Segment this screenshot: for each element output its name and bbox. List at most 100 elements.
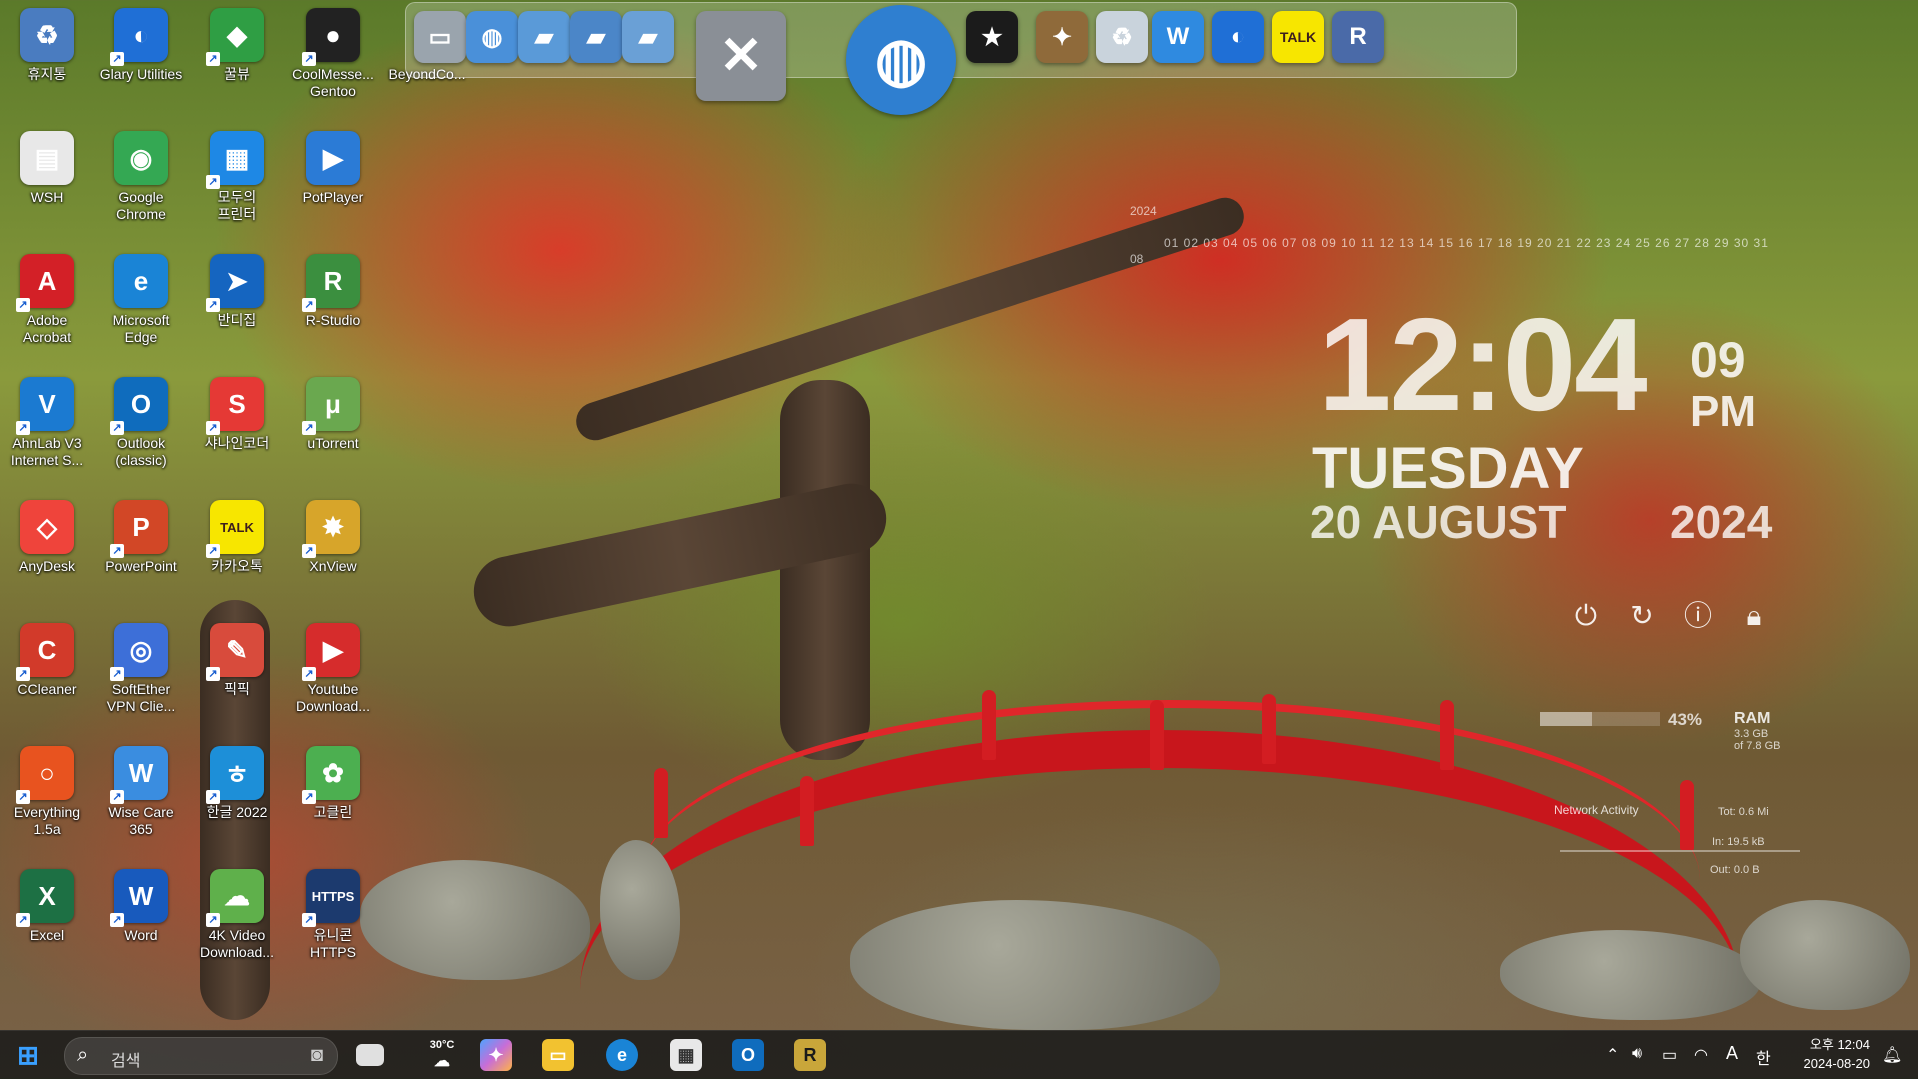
drive-icon[interactable]: ▭ <box>414 11 466 63</box>
desktop-icon[interactable]: R ↗ R-Studio <box>286 254 380 329</box>
edge-icon[interactable]: e <box>606 1039 638 1071</box>
desktop-icon-label: Microsoft Edge <box>112 312 170 345</box>
desktop-icon[interactable]: TALK ↗ 카카오톡 <box>190 500 284 575</box>
ime-mode-indicator[interactable]: 한 <box>1756 1045 1771 1069</box>
desktop-icon-label: 꿀뷰 <box>224 66 250 82</box>
desktop-icon-label: 휴지통 <box>27 66 67 82</box>
desktop-icon[interactable]: ㅎ ↗ 한글 2022 <box>190 746 284 821</box>
desktop-icon[interactable]: W ↗ Wise Care 365 <box>94 746 188 838</box>
desktop-icon[interactable]: ◎ ↗ SoftEther VPN Clie... <box>94 623 188 715</box>
desktop-icon-label: 픽픽 <box>224 681 250 697</box>
kakaotalk-icon[interactable]: TALK <box>1272 11 1324 63</box>
desktop-icon[interactable]: X ↗ Excel <box>0 869 94 944</box>
desktop-icon-label: WSH <box>30 189 64 205</box>
magic-wand-icon[interactable]: ✦ <box>1036 11 1088 63</box>
desktop-icon[interactable]: ▶ ↗ Youtube Download... <box>286 623 380 715</box>
desktop-icon[interactable]: e Microsoft Edge <box>94 254 188 346</box>
desktop-icon-label: PowerPoint <box>105 558 177 574</box>
search-icon: ⌕ <box>77 1044 89 1066</box>
desktop-icon-label: CCleaner <box>17 681 77 697</box>
clock-date: 20 AUGUST <box>1310 496 1567 548</box>
desktop-icon[interactable]: HTTPS ↗ 유니콘 HTTPS <box>286 869 380 961</box>
app-icon: ♻ <box>20 8 74 62</box>
desktop-icon[interactable]: O ↗ Outlook (classic) <box>94 377 188 469</box>
battery-icon[interactable]: ▭ <box>1662 1045 1677 1065</box>
bridge-post <box>1262 694 1276 764</box>
desktop-icon[interactable]: ▦ ↗ 모두의 프린터 <box>190 131 284 223</box>
app-icon: HTTPS ↗ <box>302 869 360 927</box>
start-windows-icon[interactable]: ⊞ <box>12 1039 44 1071</box>
folder-icon[interactable]: ▰ <box>518 11 570 63</box>
taskbar-clock[interactable]: 오후 12:04 2024-08-20 <box>1790 1035 1871 1073</box>
desktop-icon[interactable]: ✸ ↗ XnView <box>286 500 380 575</box>
wifi-icon[interactable]: ◠ <box>1694 1045 1708 1065</box>
desktop-icon[interactable]: ▶ PotPlayer <box>286 131 380 206</box>
desktop-icon[interactable]: V ↗ AhnLab V3 Internet S... <box>0 377 94 469</box>
restart-icon[interactable]: ↻ <box>1626 600 1658 632</box>
r-app-icon[interactable]: R <box>794 1039 826 1071</box>
ram-percent: 43% <box>1668 710 1703 729</box>
desktop-icon[interactable]: ✎ ↗ 픽픽 <box>190 623 284 698</box>
lock-icon[interactable]: 🔒︎ <box>1738 600 1770 632</box>
r-app-icon[interactable]: R <box>1332 11 1384 63</box>
desktop-icon[interactable]: μ ↗ uTorrent <box>286 377 380 452</box>
weather-widget[interactable]: 30°C ☁ <box>412 1039 472 1071</box>
cloud-icon: ☁ <box>434 1053 450 1070</box>
glary-icon[interactable]: ◐ <box>1212 11 1264 63</box>
desktop-icon[interactable]: ● ↗ CoolMesse... Gentoo <box>286 8 380 100</box>
tshirt-icon[interactable]: ★ <box>966 11 1018 63</box>
camera-icon: ◙ <box>310 1044 323 1066</box>
desktop-icon[interactable]: S ↗ 샤나인코더 <box>190 377 284 452</box>
notification-bell-icon[interactable]: 🔔︎ <box>1882 1045 1902 1065</box>
app-icon: ▦ ↗ <box>206 131 264 189</box>
desktop-icon[interactable]: ▤ WSH <box>0 131 94 206</box>
shortcut-arrow-icon: ↗ <box>16 421 30 435</box>
volume-icon[interactable]: 🔊︎ <box>1632 1045 1642 1063</box>
desktop-icon[interactable]: C ↗ CCleaner <box>0 623 94 698</box>
globe-doc-icon[interactable]: ◍ <box>466 11 518 63</box>
desktop-icon[interactable]: ○ ↗ Everything 1.5a <box>0 746 94 838</box>
desktop-icon[interactable]: P ↗ PowerPoint <box>94 500 188 575</box>
desktop-icon-label: R-Studio <box>305 312 361 328</box>
desktop-icon[interactable]: A ↗ Adobe Acrobat <box>0 254 94 346</box>
outlook-new-icon[interactable]: O <box>732 1039 764 1071</box>
bridge-post <box>982 690 996 760</box>
recycle-bin-icon[interactable]: ♻ <box>1096 11 1148 63</box>
desktop-icon[interactable]: ◇ AnyDesk <box>0 500 94 575</box>
desktop-icon[interactable]: W ↗ Word <box>94 869 188 944</box>
store-icon[interactable]: ▦ <box>670 1039 702 1071</box>
folder-icon[interactable]: ▰ <box>622 11 674 63</box>
network-globe-icon[interactable]: ◍ <box>846 5 956 115</box>
shutdown-icon[interactable]: ⏻ <box>1570 600 1602 632</box>
desktop-icon[interactable]: ◆ ↗ 꿀뷰 <box>190 8 284 83</box>
desktop-icon[interactable]: ✿ ↗ 고클린 <box>286 746 380 821</box>
desktop-icon-label: 유니콘 HTTPS <box>310 927 356 960</box>
desktop-icon-label: AhnLab V3 Internet S... <box>10 435 84 468</box>
copilot-icon[interactable]: ✦ <box>480 1039 512 1071</box>
desktop-icon[interactable]: ◐ ↗ Glary Utilities <box>94 8 188 83</box>
sleep-icon[interactable]: ⓘ <box>1682 600 1714 632</box>
task-view-icon[interactable] <box>356 1044 384 1066</box>
show-hidden-icons-chevron-icon[interactable]: ⌃ <box>1606 1045 1619 1065</box>
desktop-icon[interactable]: ☁ ↗ 4K Video Download... <box>190 869 284 961</box>
desktop-icon[interactable]: ◉ Google Chrome <box>94 131 188 223</box>
desktop-icon-label: Adobe Acrobat <box>22 312 72 345</box>
app-icon: ◉ <box>114 131 168 185</box>
folder-icon[interactable]: ▰ <box>570 11 622 63</box>
ime-language-indicator[interactable]: A <box>1726 1043 1738 1064</box>
desktop-icon[interactable]: ➤ ↗ 반디집 <box>190 254 284 329</box>
app-icon: TALK ↗ <box>206 500 264 558</box>
file-explorer-icon[interactable]: ▭ <box>542 1039 574 1071</box>
shortcut-arrow-icon: ↗ <box>16 913 30 927</box>
wise-care-icon[interactable]: W <box>1152 11 1204 63</box>
desktop-icon[interactable]: ♻ 휴지통 <box>0 8 94 83</box>
search-box[interactable]: ⌕ 검색 ◙ <box>64 1037 338 1075</box>
shortcut-arrow-icon: ↗ <box>302 52 316 66</box>
app-icon: ◆ ↗ <box>206 8 264 66</box>
app-icon: O ↗ <box>110 377 168 435</box>
tools-icon[interactable]: ✕ <box>696 11 786 101</box>
shortcut-arrow-icon: ↗ <box>302 913 316 927</box>
app-icon: R ↗ <box>302 254 360 312</box>
network-total: Tot: 0.6 Mi <box>1718 806 1769 818</box>
shortcut-arrow-icon: ↗ <box>206 667 220 681</box>
